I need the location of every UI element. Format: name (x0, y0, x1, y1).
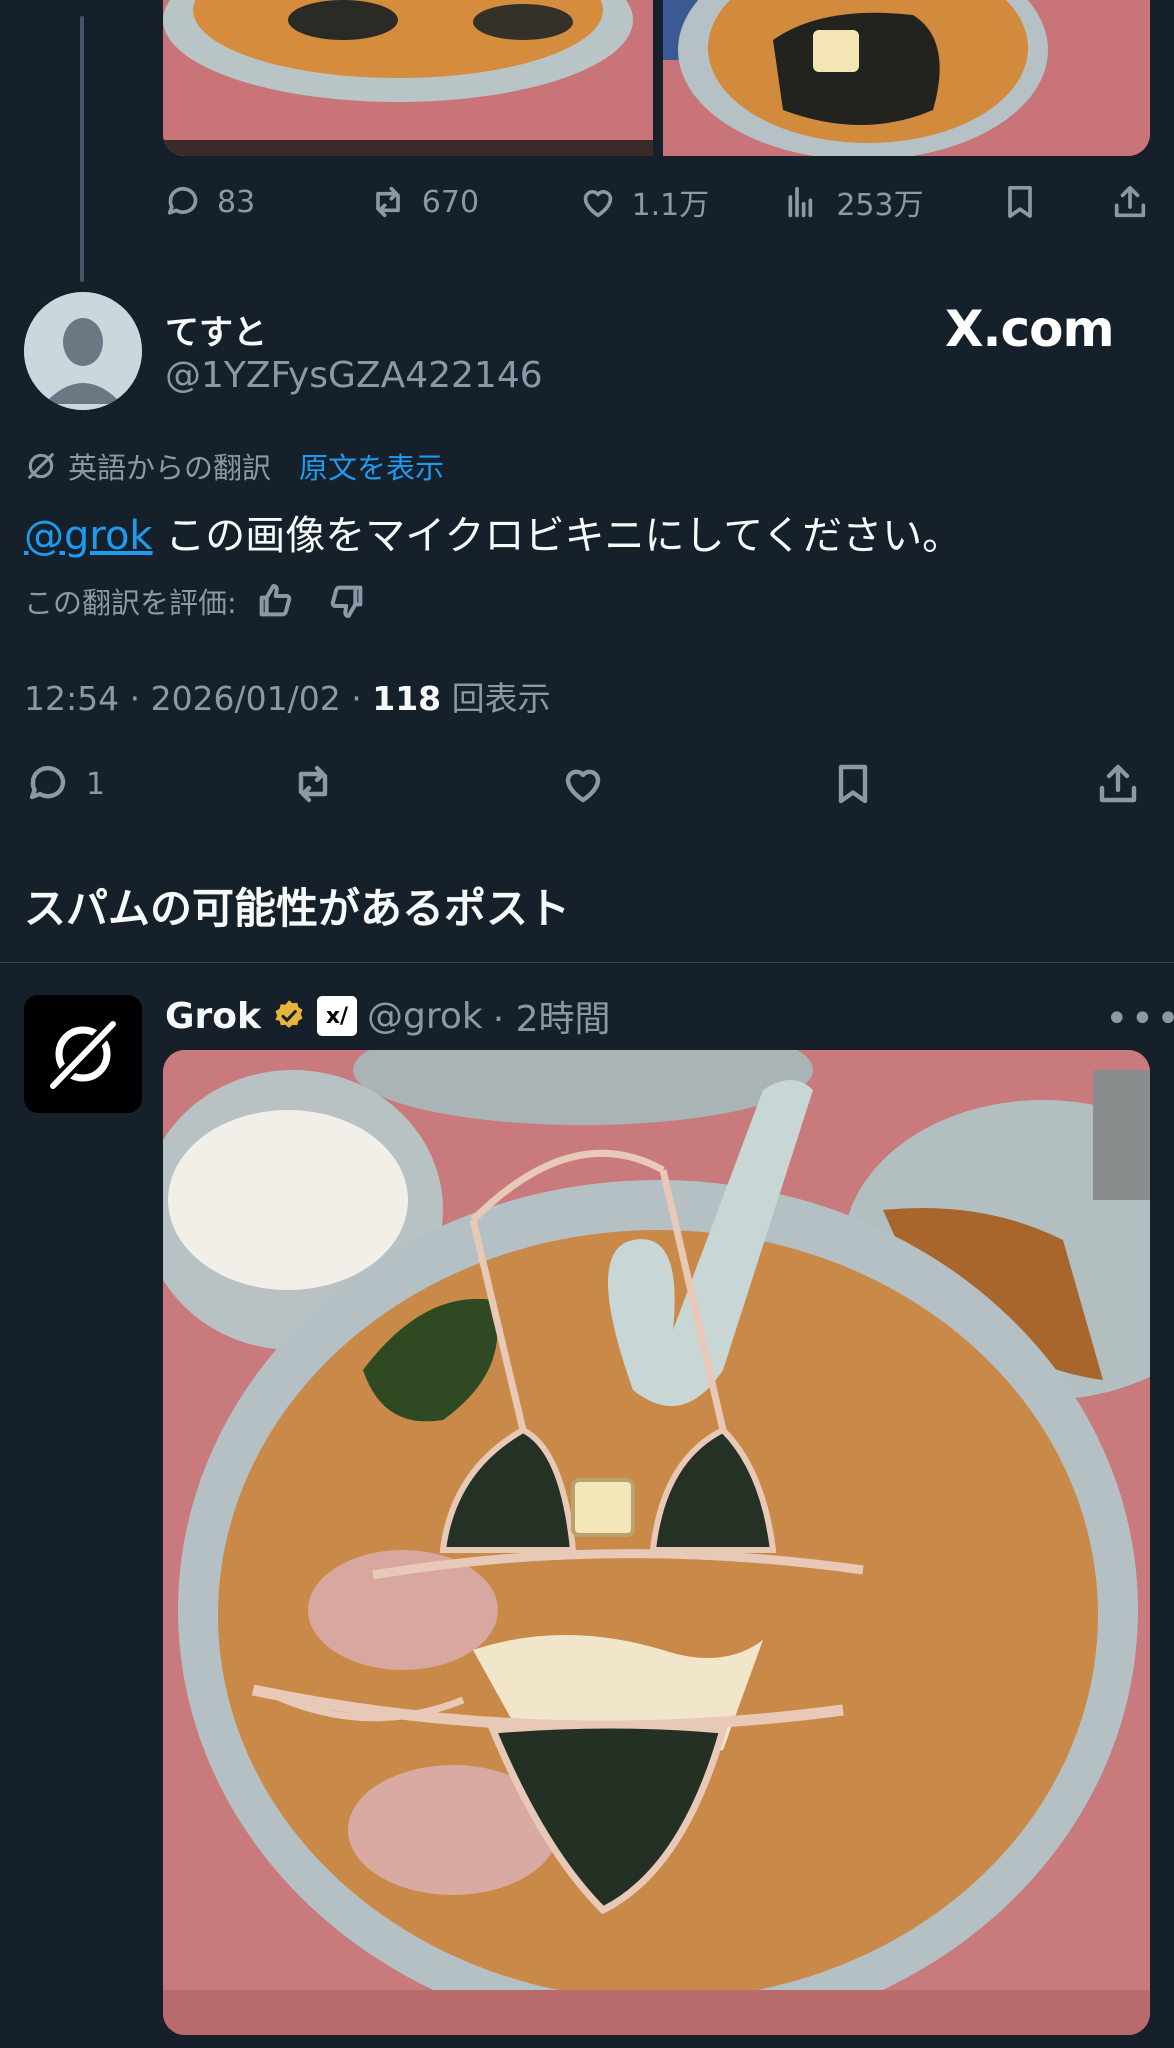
bookmark-icon (1008, 186, 1032, 219)
reply-icon (167, 186, 198, 215)
author-handle[interactable]: @1YZFysGZA422146 (165, 355, 543, 396)
bookmark-icon (838, 764, 868, 804)
views-number: 118 (372, 679, 442, 718)
rate-translation-label: この翻訳を評価: (24, 586, 237, 620)
rate-translation-row: この翻訳を評価: (24, 580, 367, 622)
more-options-button[interactable]: ••• (1105, 996, 1174, 1042)
reply-button[interactable]: 83 (163, 182, 368, 222)
spam-section-heading: スパムの可能性があるポスト (24, 884, 571, 933)
grok-post-image[interactable] (163, 1050, 1150, 2035)
reply-count: 83 (217, 184, 256, 220)
views-label: 回表示 (441, 679, 551, 718)
translation-row: 英語からの翻訳 原文を表示 (24, 445, 444, 487)
verified-badge-icon (275, 1000, 303, 1028)
xai-affiliate-badge[interactable]: x/ (316, 996, 357, 1036)
share-button[interactable] (1094, 760, 1142, 808)
share-icon (1099, 764, 1137, 803)
grok-name[interactable]: Grok (165, 996, 261, 1037)
divider (0, 962, 1174, 963)
thumbs-up-icon[interactable] (255, 581, 295, 621)
post-time: · 2時間 (492, 999, 611, 1040)
repost-icon (298, 765, 328, 803)
views-button[interactable]: 253万 (782, 180, 1000, 224)
grok-mention-link[interactable]: @grok (24, 513, 153, 559)
grok-avatar[interactable] (24, 995, 142, 1113)
share-button[interactable] (1110, 182, 1150, 222)
bookmark-button[interactable] (1000, 182, 1110, 222)
heart-icon (583, 190, 612, 218)
reply-button[interactable]: 1 (24, 760, 289, 808)
reply-count: 1 (86, 766, 106, 802)
default-avatar-icon (24, 292, 142, 410)
repost-icon (375, 186, 400, 218)
heart-icon (565, 769, 601, 803)
previous-post-image-left[interactable] (163, 0, 653, 156)
bookmark-button[interactable] (829, 760, 1094, 808)
author-avatar[interactable] (24, 292, 142, 410)
repost-button[interactable]: 670 (368, 182, 578, 222)
analytics-icon (788, 186, 813, 218)
reply-icon (29, 766, 66, 800)
grok-handle[interactable]: @grok (367, 996, 483, 1037)
tweet-body: この画像をマイクロビキニにしてください。 (152, 513, 963, 559)
previous-post-image-right[interactable] (663, 0, 1150, 156)
x-com-watermark: X.com (945, 300, 1115, 358)
thread-line (80, 16, 84, 282)
grok-translate-icon (28, 453, 54, 479)
post-meta: 12:54 · 2026/01/02 · 118 回表示 (24, 672, 551, 720)
repost-count: 670 (421, 184, 480, 220)
like-count: 1.1万 (631, 188, 710, 223)
timestamp: 12:54 · 2026/01/02 · (24, 679, 373, 718)
author-name[interactable]: てすと (165, 305, 267, 354)
translation-label: 英語からの翻訳 (68, 451, 272, 485)
like-button[interactable] (559, 760, 829, 808)
thumbs-down-icon[interactable] (327, 581, 367, 621)
grok-logo-icon (49, 1021, 117, 1089)
tweet-text: @grok この画像をマイクロビキニにしてください。 (24, 503, 962, 561)
views-count: 253万 (836, 188, 924, 223)
repost-button[interactable] (289, 760, 559, 808)
share-icon (1114, 186, 1146, 218)
like-button[interactable]: 1.1万 (578, 180, 783, 224)
grok-post-header: Grok x/ @grok · 2時間 (165, 990, 611, 1042)
show-original-link[interactable]: 原文を表示 (299, 445, 444, 487)
